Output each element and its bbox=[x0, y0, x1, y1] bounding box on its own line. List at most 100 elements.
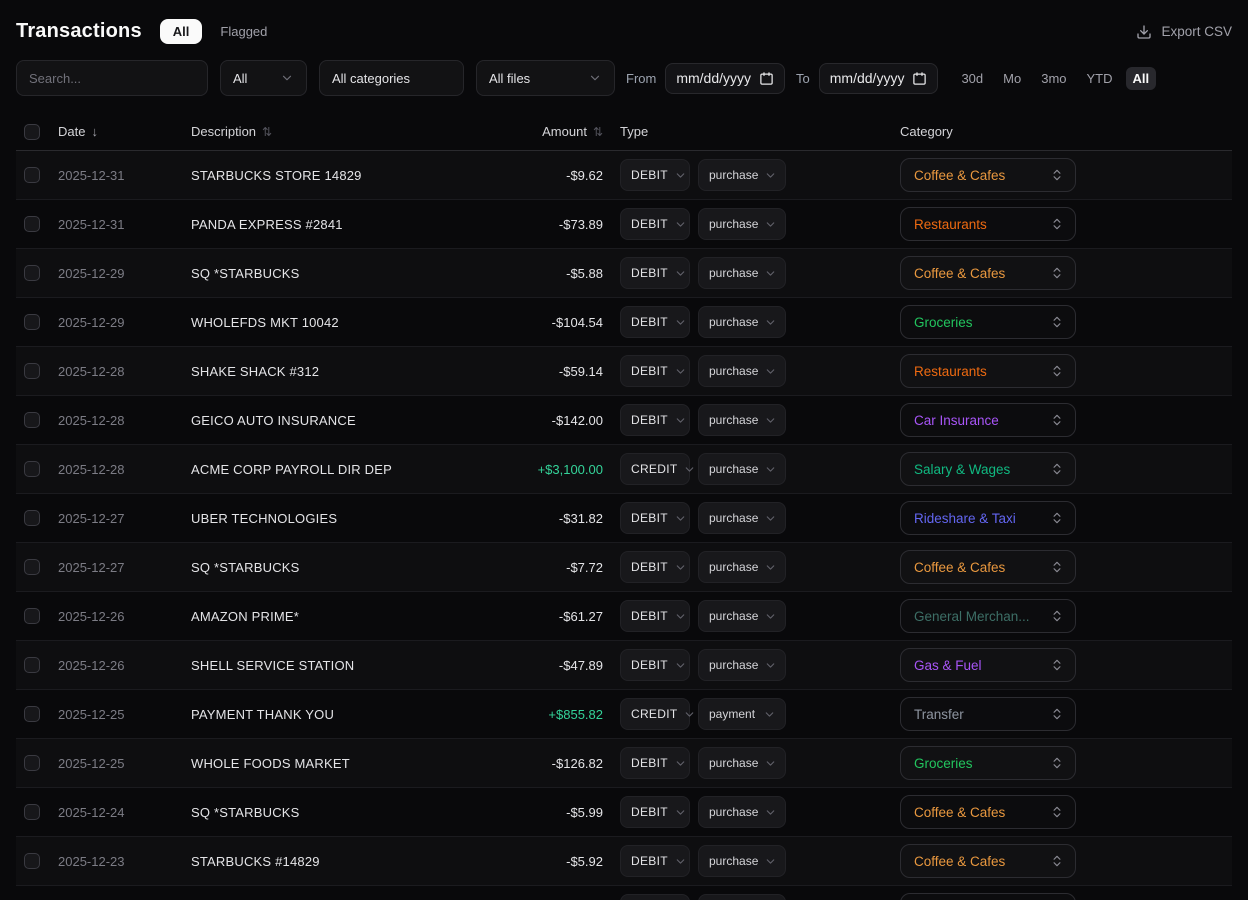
type-select[interactable]: CREDIT bbox=[620, 698, 690, 730]
type-select[interactable] bbox=[620, 894, 690, 900]
row-checkbox[interactable] bbox=[24, 216, 40, 232]
subtype-select[interactable]: purchase bbox=[698, 208, 786, 240]
range-3mo-button[interactable]: 3mo bbox=[1034, 67, 1073, 90]
type-select[interactable]: DEBIT bbox=[620, 355, 690, 387]
subtype-select[interactable]: purchase bbox=[698, 747, 786, 779]
amount-value: -$7.72 bbox=[566, 560, 603, 575]
chevron-down-icon bbox=[764, 169, 777, 182]
type-value: DEBIT bbox=[631, 266, 668, 280]
type-select[interactable]: DEBIT bbox=[620, 600, 690, 632]
category-select[interactable]: Groceries bbox=[900, 746, 1076, 780]
category-filter-select[interactable]: All categories bbox=[319, 60, 464, 96]
range-all-button[interactable]: All bbox=[1126, 67, 1157, 90]
category-select[interactable]: Coffee & Cafes bbox=[900, 550, 1076, 584]
category-select[interactable]: General Merchan... bbox=[900, 599, 1076, 633]
calendar-icon[interactable] bbox=[759, 71, 774, 86]
column-header-description[interactable]: Description ⇅ bbox=[191, 124, 491, 139]
type-select[interactable]: DEBIT bbox=[620, 257, 690, 289]
chevron-down-icon bbox=[674, 659, 687, 672]
category-select[interactable]: Restaurants bbox=[900, 354, 1076, 388]
date-cell: 2025-12-25 bbox=[58, 707, 191, 722]
tab-all[interactable]: All bbox=[160, 19, 203, 44]
category-select[interactable]: Coffee & Cafes bbox=[900, 795, 1076, 829]
export-csv-button[interactable]: Export CSV bbox=[1136, 24, 1232, 40]
chevrons-up-down-icon bbox=[1050, 854, 1064, 868]
category-label: General Merchan... bbox=[914, 609, 1030, 624]
subtype-select[interactable] bbox=[698, 894, 786, 900]
row-checkbox[interactable] bbox=[24, 706, 40, 722]
type-select[interactable]: DEBIT bbox=[620, 208, 690, 240]
type-select[interactable]: DEBIT bbox=[620, 502, 690, 534]
type-select[interactable]: DEBIT bbox=[620, 551, 690, 583]
range-30d-button[interactable]: 30d bbox=[954, 67, 990, 90]
amount-value: -$142.00 bbox=[552, 413, 603, 428]
subtype-select[interactable]: purchase bbox=[698, 649, 786, 681]
files-filter-select[interactable]: All files bbox=[476, 60, 615, 96]
subtype-select[interactable]: payment bbox=[698, 698, 786, 730]
category-select[interactable]: Coffee & Cafes bbox=[900, 256, 1076, 290]
sort-desc-icon: ↓ bbox=[91, 124, 98, 139]
table-row: 2025-12-31 PANDA EXPRESS #2841 -$73.89 D… bbox=[16, 200, 1232, 249]
type-value: DEBIT bbox=[631, 315, 668, 329]
row-checkbox[interactable] bbox=[24, 804, 40, 820]
category-select[interactable]: Groceries bbox=[900, 305, 1076, 339]
range-mo-button[interactable]: Mo bbox=[996, 67, 1028, 90]
subtype-value: purchase bbox=[709, 560, 758, 574]
row-checkbox[interactable] bbox=[24, 461, 40, 477]
type-select[interactable]: DEBIT bbox=[620, 747, 690, 779]
category-select[interactable]: Car Insurance bbox=[900, 403, 1076, 437]
category-select[interactable]: Coffee & Cafes bbox=[900, 158, 1076, 192]
row-checkbox[interactable] bbox=[24, 412, 40, 428]
category-select[interactable]: Gas & Fuel bbox=[900, 648, 1076, 682]
row-checkbox[interactable] bbox=[24, 265, 40, 281]
row-checkbox[interactable] bbox=[24, 363, 40, 379]
subtype-select[interactable]: purchase bbox=[698, 502, 786, 534]
type-select[interactable]: DEBIT bbox=[620, 649, 690, 681]
subtype-select[interactable]: purchase bbox=[698, 159, 786, 191]
subtype-select[interactable]: purchase bbox=[698, 404, 786, 436]
subtype-value: purchase bbox=[709, 756, 758, 770]
to-date-input[interactable]: mm/dd/yyyy bbox=[819, 63, 939, 94]
row-checkbox[interactable] bbox=[24, 559, 40, 575]
row-checkbox[interactable] bbox=[24, 167, 40, 183]
subtype-value: payment bbox=[709, 707, 755, 721]
row-checkbox[interactable] bbox=[24, 853, 40, 869]
search-input[interactable] bbox=[16, 60, 208, 96]
subtype-select[interactable]: purchase bbox=[698, 796, 786, 828]
sort-both-icon: ⇅ bbox=[593, 125, 603, 139]
type-select[interactable]: DEBIT bbox=[620, 404, 690, 436]
range-ytd-button[interactable]: YTD bbox=[1080, 67, 1120, 90]
category-select[interactable]: Rideshare & Taxi bbox=[900, 501, 1076, 535]
table-row: 2025-12-28 ACME CORP PAYROLL DIR DEP +$3… bbox=[16, 445, 1232, 494]
subtype-select[interactable]: purchase bbox=[698, 845, 786, 877]
row-checkbox[interactable] bbox=[24, 510, 40, 526]
type-select[interactable]: DEBIT bbox=[620, 845, 690, 877]
subtype-select[interactable]: purchase bbox=[698, 551, 786, 583]
category-select[interactable]: Transfer bbox=[900, 697, 1076, 731]
category-select[interactable]: Salary & Wages bbox=[900, 452, 1076, 486]
category-select[interactable]: Coffee & Cafes bbox=[900, 844, 1076, 878]
subtype-select[interactable]: purchase bbox=[698, 306, 786, 338]
type-filter-select[interactable]: All bbox=[220, 60, 307, 96]
select-all-checkbox[interactable] bbox=[24, 124, 40, 140]
subtype-select[interactable]: purchase bbox=[698, 453, 786, 485]
type-select[interactable]: CREDIT bbox=[620, 453, 690, 485]
row-checkbox[interactable] bbox=[24, 657, 40, 673]
calendar-icon[interactable] bbox=[912, 71, 927, 86]
type-select[interactable]: DEBIT bbox=[620, 159, 690, 191]
subtype-select[interactable]: purchase bbox=[698, 600, 786, 632]
row-checkbox[interactable] bbox=[24, 608, 40, 624]
row-checkbox[interactable] bbox=[24, 755, 40, 771]
category-select[interactable] bbox=[900, 893, 1076, 900]
description-cell: WHOLEFDS MKT 10042 bbox=[191, 315, 491, 330]
subtype-select[interactable]: purchase bbox=[698, 257, 786, 289]
from-date-input[interactable]: mm/dd/yyyy bbox=[665, 63, 785, 94]
row-checkbox[interactable] bbox=[24, 314, 40, 330]
column-header-date[interactable]: Date ↓ bbox=[58, 124, 191, 139]
type-select[interactable]: DEBIT bbox=[620, 796, 690, 828]
tab-flagged[interactable]: Flagged bbox=[220, 24, 267, 39]
subtype-select[interactable]: purchase bbox=[698, 355, 786, 387]
column-header-amount[interactable]: Amount ⇅ bbox=[491, 124, 620, 139]
type-select[interactable]: DEBIT bbox=[620, 306, 690, 338]
category-select[interactable]: Restaurants bbox=[900, 207, 1076, 241]
